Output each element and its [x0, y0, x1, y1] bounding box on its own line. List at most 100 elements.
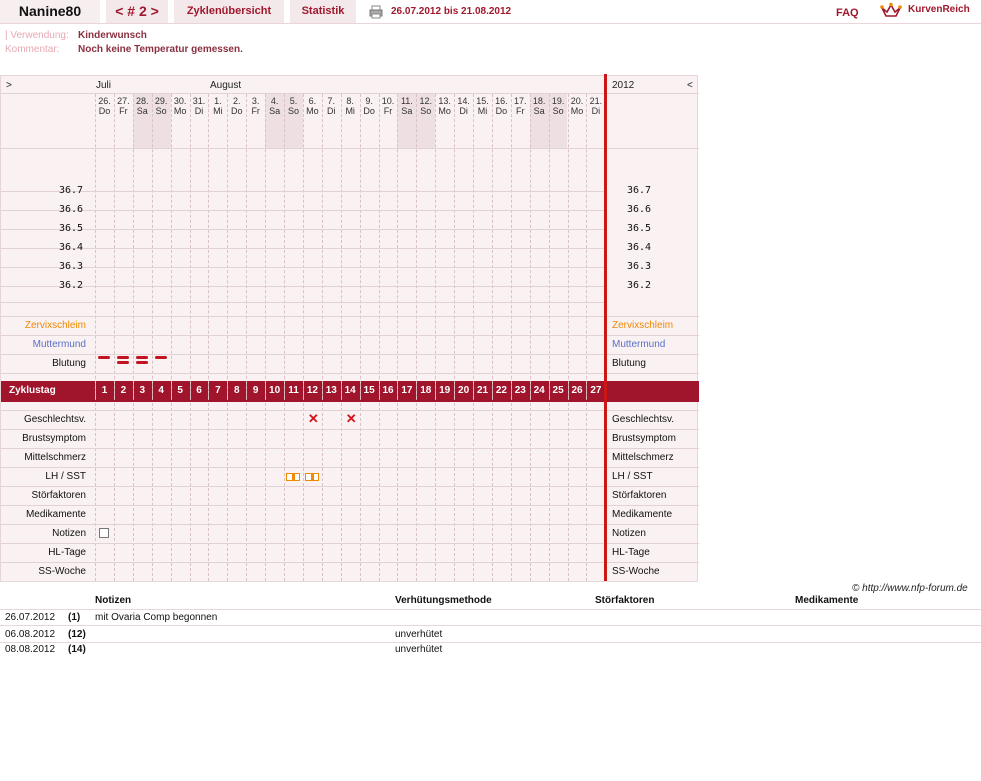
header-contraception: Verhütungsmethode: [395, 595, 492, 606]
intercourse-marker[interactable]: ✕: [346, 412, 357, 425]
bleeding-marker[interactable]: [135, 361, 148, 364]
cycle-day-number[interactable]: 21: [473, 385, 492, 396]
symptom-row-label[interactable]: SS-Woche: [1, 566, 86, 577]
day-header[interactable]: 26. Do: [95, 96, 114, 116]
cycle-day-number[interactable]: 16: [379, 385, 398, 396]
day-date: 17.: [514, 96, 527, 106]
cycle-day-number[interactable]: 10: [265, 385, 284, 396]
bleeding-marker[interactable]: [98, 356, 110, 359]
symptom-row-label[interactable]: Medikamente: [1, 509, 86, 520]
cycle-day-number[interactable]: 2: [114, 385, 133, 396]
day-weekday: Mo: [438, 106, 451, 116]
bleeding-marker[interactable]: [135, 356, 148, 359]
cycle-day-number[interactable]: 1: [95, 385, 114, 396]
faq-link[interactable]: FAQ: [836, 2, 859, 25]
day-header[interactable]: 30. Mo: [171, 96, 190, 116]
cycle-day-number[interactable]: 20: [454, 385, 473, 396]
kurvenreich-logo[interactable]: KurvenReich: [880, 2, 980, 20]
username-tab[interactable]: Nanine80: [0, 0, 100, 23]
day-header[interactable]: 4. Sa: [265, 96, 284, 116]
cycle-day-number[interactable]: 6: [190, 385, 209, 396]
day-header[interactable]: 2. Do: [227, 96, 246, 116]
day-date: 5.: [289, 96, 298, 106]
cycle-day-number[interactable]: 23: [511, 385, 530, 396]
cycle-day-number[interactable]: 9: [246, 385, 265, 396]
cycle-day-number[interactable]: 7: [208, 385, 227, 396]
row-divider: [1, 524, 699, 525]
day-header[interactable]: 10. Fr: [379, 96, 398, 116]
day-header[interactable]: 27. Fr: [114, 96, 133, 116]
lh-test-marker[interactable]: [304, 473, 319, 481]
day-date: 11.: [400, 96, 413, 106]
symptom-row-label[interactable]: Geschlechtsv.: [1, 414, 86, 425]
day-date: 28.: [136, 96, 149, 106]
cycle-day-number[interactable]: 26: [568, 385, 587, 396]
symptom-row-label[interactable]: HL-Tage: [1, 547, 86, 558]
day-header[interactable]: 15. Mi: [473, 96, 492, 116]
day-header[interactable]: 5. So: [284, 96, 303, 116]
day-header[interactable]: 14. Di: [454, 96, 473, 116]
bleeding-marker[interactable]: [116, 361, 129, 364]
cycle-day-number[interactable]: 15: [360, 385, 379, 396]
cycle-overview-tab[interactable]: Zyklenübersicht: [174, 0, 284, 23]
statistics-tab[interactable]: Statistik: [290, 0, 356, 23]
cycle-navigator[interactable]: < # 2 >: [106, 0, 168, 23]
cycle-day-number[interactable]: 13: [322, 385, 341, 396]
bleeding-marker[interactable]: [116, 356, 129, 359]
cycle-day-number[interactable]: 27: [586, 385, 605, 396]
day-header[interactable]: 7. Di: [322, 96, 341, 116]
day-header[interactable]: 13. Mo: [435, 96, 454, 116]
day-header[interactable]: 6. Mo: [303, 96, 322, 116]
day-header[interactable]: 31. Di: [190, 96, 209, 116]
row-divider: [1, 505, 699, 506]
symptom-row-label-right: Notizen: [612, 528, 646, 539]
temp-label-right: 36.2: [627, 280, 652, 291]
nav-next-button[interactable]: <: [687, 80, 693, 91]
day-header[interactable]: 16. Do: [492, 96, 511, 116]
cycle-day-number[interactable]: 22: [492, 385, 511, 396]
observation-row-label[interactable]: Zervixschleim: [1, 320, 86, 331]
lh-test-marker[interactable]: [286, 473, 300, 481]
cycle-day-number[interactable]: 3: [133, 385, 152, 396]
cycle-day-number[interactable]: 11: [284, 385, 303, 396]
day-header[interactable]: 9. Do: [360, 96, 379, 116]
symptom-row-label[interactable]: Brustsymptom: [1, 433, 86, 444]
cycle-day-number[interactable]: 18: [416, 385, 435, 396]
cycle-day-number[interactable]: 24: [530, 385, 549, 396]
cycle-day-number[interactable]: 25: [549, 385, 568, 396]
day-header[interactable]: 17. Fr: [511, 96, 530, 116]
observation-row-label-right: Muttermund: [612, 339, 666, 350]
cycle-day-number[interactable]: 17: [397, 385, 416, 396]
observation-row-label[interactable]: Blutung: [1, 358, 86, 369]
day-header[interactable]: 21. Di: [586, 96, 605, 116]
day-header[interactable]: 20. Mo: [568, 96, 587, 116]
intercourse-marker[interactable]: ✕: [308, 412, 319, 425]
nav-previous-button[interactable]: >: [6, 80, 12, 91]
observation-row-label-right: Blutung: [612, 358, 646, 369]
symptom-row-label[interactable]: LH / SST: [1, 471, 86, 482]
copyright-text[interactable]: © http://www.nfp-forum.de: [852, 583, 968, 594]
cycle-day-number[interactable]: 12: [303, 385, 322, 396]
cycle-day-number[interactable]: 19: [435, 385, 454, 396]
day-header[interactable]: 28. Sa: [133, 96, 152, 116]
day-header[interactable]: 18. Sa: [530, 96, 549, 116]
note-icon[interactable]: [99, 528, 109, 538]
symptom-row-label[interactable]: Mittelschmerz: [1, 452, 86, 463]
bleeding-marker[interactable]: [154, 356, 167, 359]
day-header[interactable]: 29. So: [152, 96, 171, 116]
cycle-day-number[interactable]: 5: [171, 385, 190, 396]
printer-icon[interactable]: [369, 5, 383, 19]
day-header[interactable]: 8. Mi: [341, 96, 360, 116]
day-header[interactable]: 1. Mi: [208, 96, 227, 116]
cycle-day-number[interactable]: 8: [227, 385, 246, 396]
day-header[interactable]: 3. Fr: [246, 96, 265, 116]
symptom-row-label[interactable]: Störfaktoren: [1, 490, 86, 501]
symptom-row-label[interactable]: Notizen: [1, 528, 86, 539]
cycle-day-number[interactable]: 4: [152, 385, 171, 396]
day-header[interactable]: 12. So: [416, 96, 435, 116]
observation-row-label[interactable]: Muttermund: [1, 339, 86, 350]
day-weekday: Do: [98, 106, 111, 116]
day-header[interactable]: 11. Sa: [397, 96, 416, 116]
cycle-day-number[interactable]: 14: [341, 385, 360, 396]
day-header[interactable]: 19. So: [549, 96, 568, 116]
